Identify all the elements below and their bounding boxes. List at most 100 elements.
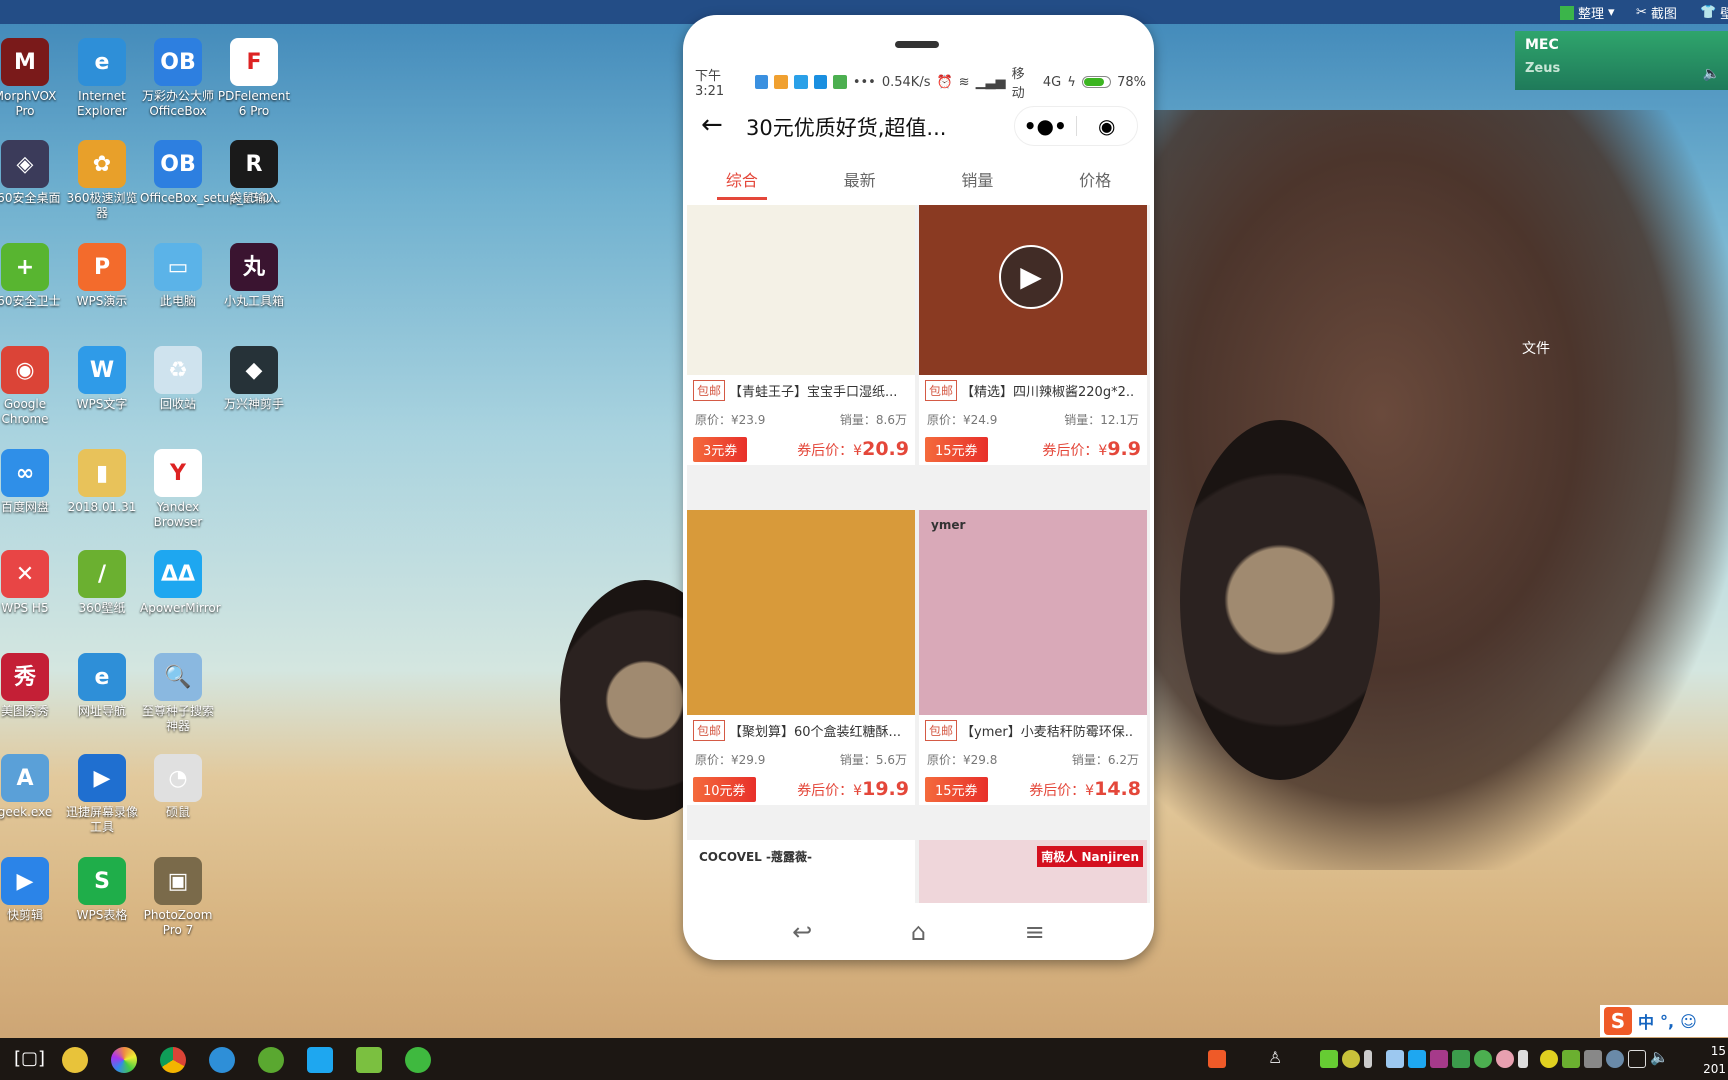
wallpaper-tray-icon[interactable] <box>1562 1050 1580 1068</box>
desktop-icon[interactable]: e 网址导航 <box>64 653 140 719</box>
back-arrow-icon[interactable]: ← <box>701 110 723 140</box>
wifi-tray-icon[interactable] <box>1320 1050 1338 1068</box>
desktop-icon[interactable]: F PDFelement 6 Pro <box>216 38 292 119</box>
desktop-icon-label: 360极速浏览器 <box>66 191 138 220</box>
product-card[interactable]: 包邮 【聚划算】60个盒装红糖酥... 原价：¥29.9 销量：5.6万 10元券 券… <box>687 510 915 805</box>
network-tray-icon[interactable] <box>1628 1050 1646 1068</box>
app-icon: ◆ <box>230 346 278 394</box>
chrome-taskbar-icon[interactable] <box>160 1047 186 1073</box>
sogou-logo[interactable]: S <box>1604 1007 1632 1035</box>
tab-price[interactable]: 价格 <box>1036 167 1154 203</box>
screenshot-button[interactable]: ✂ 截图 <box>1636 3 1677 22</box>
360-tray-icon[interactable] <box>1540 1050 1558 1068</box>
product-card[interactable]: ymer 包邮 【ymer】小麦秸秆防霉环保.. 原价：¥29.8 销量：6.2万 1… <box>919 510 1147 805</box>
desktop-icon[interactable]: ◆ 万兴神剪手 <box>216 346 292 412</box>
desktop-icon[interactable]: ∞ 百度网盘 <box>0 449 63 515</box>
product-card[interactable]: 南极人 Nanjiren <box>919 840 1147 903</box>
desktop-icon[interactable]: M MorphVOX Pro <box>0 38 63 119</box>
speaker-icon[interactable]: 🔈 <box>1703 66 1720 82</box>
desktop-icon[interactable]: ♻ 回收站 <box>140 346 216 412</box>
clock[interactable]: 15 201 <box>1703 1042 1726 1078</box>
chart-tray-icon[interactable] <box>1584 1050 1602 1068</box>
desktop-icon[interactable]: ◔ 硕鼠 <box>140 754 216 820</box>
wechat-taskbar-icon[interactable] <box>405 1047 431 1073</box>
desktop-icon[interactable]: ▭ 此电脑 <box>140 243 216 309</box>
apowermirror-taskbar-icon[interactable] <box>307 1047 333 1073</box>
usb-tray-icon[interactable] <box>1518 1050 1528 1068</box>
podcast-taskbar-icon[interactable] <box>258 1047 284 1073</box>
desktop-icon[interactable]: ◉ Google Chrome <box>0 346 63 427</box>
desktop-icon[interactable]: P WPS演示 <box>64 243 140 309</box>
emoji-button[interactable]: ☺ <box>1680 1012 1697 1031</box>
thermometer-icon[interactable] <box>1364 1050 1372 1068</box>
tab-comprehensive[interactable]: 综合 <box>683 167 801 203</box>
tab-newest[interactable]: 最新 <box>801 167 919 203</box>
desktop-icon[interactable]: ▮ 2018.01.31 <box>64 449 140 515</box>
desktop-icon[interactable]: 丸小丸工具箱 <box>216 243 292 309</box>
desktop-icon[interactable]: Ageek.exe <box>0 754 63 820</box>
desktop-icon-label: Yandex Browser <box>153 500 203 529</box>
home-nav-icon[interactable]: ⌂ <box>911 918 926 946</box>
product-card[interactable]: 包邮 【青蛙王子】宝宝手口湿纸... 原价：¥23.9 销量：8.6万 3元券 券后价… <box>687 205 915 465</box>
desktop-icon[interactable]: 🔍 至尊种子搜索神器 <box>140 653 216 734</box>
app-icon: S <box>78 857 126 905</box>
menu-nav-icon[interactable]: ≡ <box>1025 918 1045 946</box>
close-target-button[interactable]: ◉ <box>1077 114 1138 138</box>
volume-icon[interactable]: 🔈 <box>1650 1048 1669 1066</box>
360-browser-taskbar-icon[interactable] <box>111 1047 137 1073</box>
app-tray-icon[interactable] <box>1430 1050 1448 1068</box>
desktop-icon[interactable]: ◈ 360安全桌面 <box>0 140 63 206</box>
flower-tray-icon[interactable] <box>1496 1050 1514 1068</box>
music-tray-icon[interactable] <box>1342 1050 1360 1068</box>
coupon-badge[interactable]: 3元券 <box>693 436 748 462</box>
sales-count: 销量：5.6万 <box>839 752 907 767</box>
desktop-icon[interactable]: R 袋鼠输入 <box>216 140 292 206</box>
music-widget[interactable]: MEC Zeus 🔈 <box>1515 31 1728 90</box>
360-wallpaper-taskbar-icon[interactable] <box>356 1047 382 1073</box>
coupon-badge[interactable]: 10元券 <box>693 776 756 802</box>
people-icon[interactable]: ♙ <box>1268 1048 1282 1067</box>
desktop-icon[interactable]: +360安全卫士 <box>0 243 63 309</box>
desktop-icon[interactable]: ▶ 快剪辑 <box>0 857 63 923</box>
desktop-icon[interactable]: ✕ WPS H5 <box>0 550 63 616</box>
task-view-icon[interactable]: [▢] <box>14 1048 45 1069</box>
more-menu-button[interactable]: •●• <box>1015 114 1076 138</box>
coupon-badge[interactable]: 15元券 <box>925 436 988 462</box>
wechat-tray-icon[interactable] <box>1474 1050 1492 1068</box>
product-card[interactable]: COCOVEL -蔻露薇- <box>687 840 915 903</box>
app-icon: ▶ <box>1 857 49 905</box>
desktop-icon[interactable]: 秀美图秀秀 <box>0 653 63 719</box>
desktop-icon[interactable]: ▶ 迅捷屏幕录像工具 <box>64 754 140 835</box>
user-tray-icon[interactable] <box>1606 1050 1624 1068</box>
mirror-tray-icon[interactable] <box>1408 1050 1426 1068</box>
desktop-icon-label: Google Chrome <box>1 397 49 426</box>
app-notification-icon <box>754 75 769 89</box>
punctuation-toggle[interactable]: °, <box>1660 1012 1674 1031</box>
brand-label: ymer <box>931 518 966 532</box>
desktop-icon[interactable]: OB OfficeBox_setup_v3.0... <box>140 140 281 206</box>
desktop-icon[interactable]: ΔΔ ApowerMirror <box>140 550 221 616</box>
ie-taskbar-icon[interactable] <box>209 1047 235 1073</box>
volume-app-tray-icon[interactable] <box>1452 1050 1470 1068</box>
qq-music-taskbar-icon[interactable] <box>62 1047 88 1073</box>
desktop-icon[interactable]: e Internet Explorer <box>64 38 140 119</box>
wallpaper-button[interactable]: 👕 壁 <box>1700 3 1728 22</box>
desktop-icon[interactable]: ▣ PhotoZoom Pro 7 <box>140 857 216 938</box>
ime-mode-toggle[interactable]: 中 <box>1638 1009 1654 1033</box>
cloud-tray-icon[interactable] <box>1386 1050 1404 1068</box>
desktop-icon[interactable]: / 360壁纸 <box>64 550 140 616</box>
sogou-tray-icon[interactable] <box>1208 1050 1226 1068</box>
desktop-icon[interactable]: OB 万彩办公大师OfficeBox <box>140 38 216 119</box>
tab-sales[interactable]: 销量 <box>919 167 1037 203</box>
play-video-icon[interactable]: ▶ <box>999 245 1063 309</box>
desktop-icon[interactable]: Y Yandex Browser <box>140 449 216 530</box>
desktop-icon[interactable]: W WPS文字 <box>64 346 140 412</box>
product-image: ▶ <box>919 205 1147 375</box>
back-nav-icon[interactable]: ↩ <box>792 918 812 946</box>
coupon-badge[interactable]: 15元券 <box>925 776 988 802</box>
product-card[interactable]: ▶ 包邮 【精选】四川辣椒酱220g*2.. 原价：¥24.9 销量：12.1万 15… <box>919 205 1147 465</box>
desktop-icon[interactable]: ✿ 360极速浏览器 <box>64 140 140 221</box>
desktop-label: 文件 <box>1522 341 1550 357</box>
desktop-icon[interactable]: S WPS表格 <box>64 857 140 923</box>
organize-button[interactable]: 整理 ▾ <box>1560 3 1615 22</box>
